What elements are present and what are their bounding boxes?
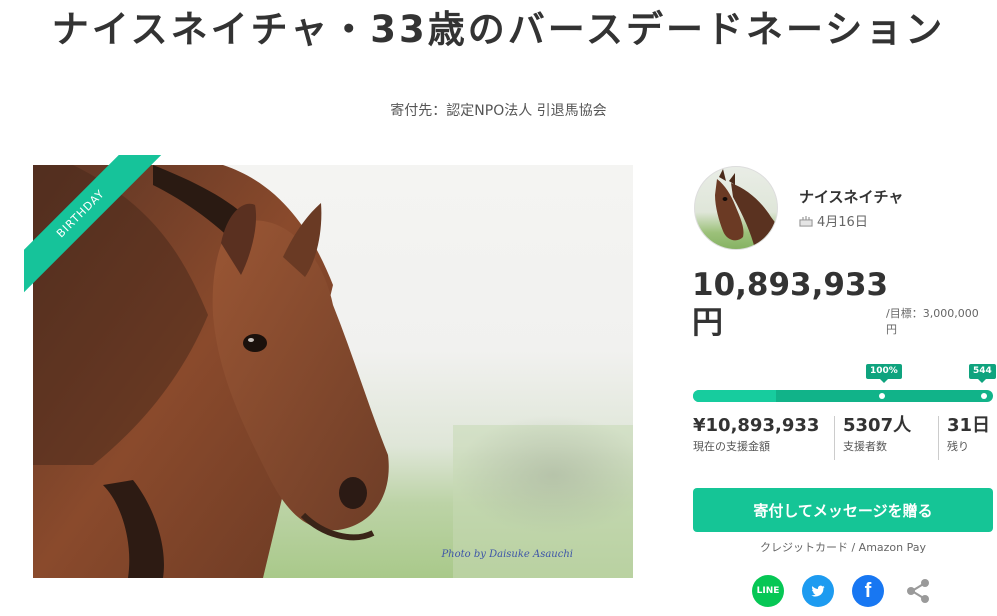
stat-supporters: 5307人 支援者数 <box>843 414 911 460</box>
twitter-icon <box>811 585 825 597</box>
stat-amount-value: ¥10,893,933 <box>693 415 820 436</box>
share-icon <box>907 579 929 603</box>
donate-button[interactable]: 寄付してメッセージを贈る <box>693 488 993 532</box>
raised-amount-value: 10,893,933 <box>692 267 889 303</box>
cake-icon <box>799 216 813 227</box>
stat-days-left-value: 31日 <box>947 415 991 436</box>
stat-days-left: 31日 残り <box>947 414 990 460</box>
background-haze <box>453 415 633 535</box>
progress-marker-secondary: 544 <box>969 364 996 383</box>
payment-methods: クレジットカード / Amazon Pay <box>759 541 927 554</box>
goal-amount: /目標：3,000,000 円 <box>886 306 996 338</box>
progress-marker-100: 100% <box>866 364 902 383</box>
goal-amount-line: /目標：3,000,000 <box>886 307 979 320</box>
stat-supporters-label: 支援者数 <box>843 440 887 453</box>
avatar[interactable] <box>694 166 778 250</box>
stat-supporters-value: 5307人 <box>843 415 912 436</box>
share-twitter-button[interactable] <box>802 575 834 607</box>
stat-amount-label: 現在の支援金額 <box>693 440 770 453</box>
raised-amount: 10,893,933 円 <box>692 266 889 342</box>
stats-divider <box>938 416 939 460</box>
horse-name: ナイスネイチャ <box>799 188 904 206</box>
share-more-button[interactable] <box>902 575 934 607</box>
photo-credit: Photo by Daisuke Asauchi <box>441 549 573 560</box>
birthday-date: 4月16日 <box>817 215 868 230</box>
progress-dot-end <box>981 393 987 399</box>
stat-days-left-label: 残り <box>947 440 969 453</box>
recipient-text: 寄付先：認定NPO法人 引退馬協会 <box>390 103 607 119</box>
horse-avatar-icon <box>715 169 777 249</box>
share-facebook-button[interactable]: f <box>852 575 884 607</box>
progress-dot-goal <box>879 393 885 399</box>
facebook-icon: f <box>864 580 872 602</box>
share-line-button[interactable]: LINE <box>752 575 784 607</box>
stat-amount: ¥10,893,933 現在の支援金額 <box>693 414 819 460</box>
stats-divider <box>834 416 835 460</box>
horse-photo: Photo by Daisuke Asauchi <box>33 165 633 578</box>
line-icon: LINE <box>756 586 780 596</box>
page-title: ナイスネイチャ・33歳のバースデードネーション <box>51 8 946 51</box>
progress-fill <box>693 390 776 402</box>
raised-amount-unit: 円 <box>692 305 723 341</box>
progress-bar <box>693 390 993 402</box>
goal-amount-unit: 円 <box>886 323 897 336</box>
